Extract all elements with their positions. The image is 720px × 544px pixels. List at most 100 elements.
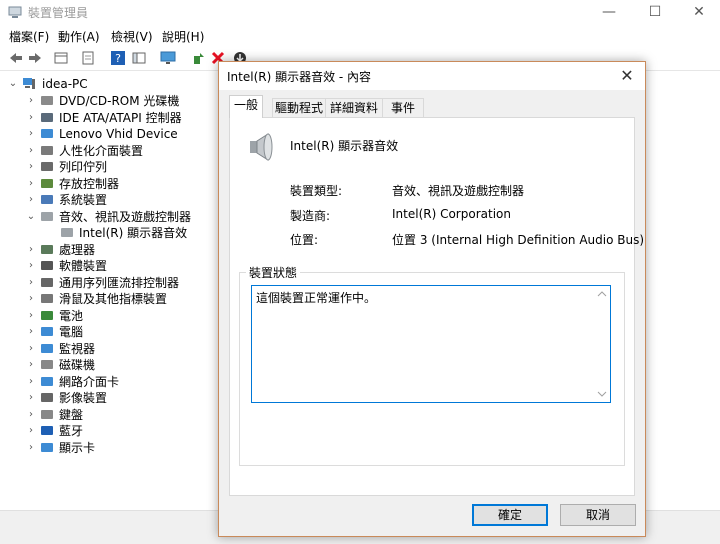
chevron-right-icon[interactable]: ›	[26, 126, 36, 142]
chevron-right-icon[interactable]: ›	[26, 423, 36, 439]
chevron-right-icon[interactable]: ›	[26, 258, 36, 274]
chevron-right-icon[interactable]: ›	[26, 159, 36, 175]
minimize-button[interactable]: —	[586, 0, 632, 24]
ide-controller-icon	[41, 112, 53, 122]
tree-category[interactable]: 系統裝置	[59, 192, 107, 208]
tree-category[interactable]: 存放控制器	[59, 176, 119, 192]
storage-controller-icon	[41, 178, 53, 188]
ok-button[interactable]: 確定	[472, 504, 548, 526]
chevron-right-icon[interactable]: ›	[26, 407, 36, 423]
tab-general[interactable]: 一般	[229, 95, 263, 118]
scroll-down-icon[interactable]	[597, 390, 607, 398]
tree-category[interactable]: 磁碟機	[59, 357, 95, 373]
monitor-scan-icon[interactable]	[160, 50, 176, 66]
mouse-icon	[41, 294, 53, 303]
tree-category[interactable]: DVD/CD-ROM 光碟機	[59, 93, 179, 109]
svg-text:?: ?	[115, 52, 121, 65]
cancel-button[interactable]: 取消	[560, 504, 636, 526]
device-status-text: 這個裝置正常運作中。	[256, 291, 377, 305]
menu-file[interactable]: 檔案(F)	[9, 28, 49, 45]
chevron-right-icon[interactable]: ›	[26, 324, 36, 340]
device-type-label: 裝置類型:	[290, 184, 343, 198]
menu-action[interactable]: 動作(A)	[58, 28, 100, 45]
document-icon[interactable]	[80, 50, 96, 66]
chevron-right-icon[interactable]: ›	[26, 390, 36, 406]
tree-category[interactable]: IDE ATA/ATAPI 控制器	[59, 110, 182, 126]
chevron-down-icon[interactable]: ⌄	[26, 209, 36, 225]
chevron-right-icon[interactable]: ›	[26, 143, 36, 159]
view-pane-icon[interactable]	[131, 50, 147, 66]
device-manager-icon	[8, 6, 22, 18]
tree-category[interactable]: 顯示卡	[59, 440, 95, 456]
tree-category[interactable]: 滑鼠及其他指標裝置	[59, 291, 167, 307]
disk-drive-icon	[41, 360, 53, 369]
chevron-right-icon[interactable]: ›	[26, 308, 36, 324]
tree-category[interactable]: 音效、視訊及遊戲控制器	[59, 209, 191, 225]
tab-details[interactable]: 詳細資料	[325, 98, 383, 117]
tree-category[interactable]: Lenovo Vhid Device	[59, 126, 178, 142]
forward-arrow-icon[interactable]	[27, 50, 43, 66]
speaker-icon	[41, 211, 53, 221]
chevron-right-icon[interactable]: ›	[26, 192, 36, 208]
tree-category[interactable]: 電池	[59, 308, 83, 324]
tab-driver[interactable]: 驅動程式	[272, 98, 326, 117]
window-title: 裝置管理員	[28, 6, 89, 20]
chevron-right-icon[interactable]: ›	[26, 275, 36, 291]
tree-category[interactable]: 影像裝置	[59, 390, 107, 406]
chevron-right-icon[interactable]: ›	[26, 291, 36, 307]
tree-category[interactable]: 藍牙	[59, 423, 83, 439]
tree-category[interactable]: 列印佇列	[59, 159, 107, 175]
computer-icon	[23, 78, 35, 89]
chevron-right-icon[interactable]: ›	[26, 110, 36, 126]
device-type-value: 音效、視訊及遊戲控制器	[392, 184, 525, 198]
chevron-down-icon[interactable]: ⌄	[8, 76, 18, 92]
title-bar: 裝置管理員 — ☐ ✕	[0, 0, 720, 24]
usb-icon	[41, 277, 53, 287]
tree-category[interactable]: 鍵盤	[59, 407, 83, 423]
tab-events[interactable]: 事件	[382, 98, 424, 117]
update-driver-icon[interactable]	[190, 50, 206, 66]
system-device-icon	[41, 195, 53, 204]
properties-dialog: Intel(R) 顯示器音效 - 內容 ✕ 一般 驅動程式 詳細資料 事件 In…	[218, 61, 646, 537]
computer-icon	[41, 327, 53, 336]
location-value: 位置 3 (Internal High Definition Audio Bus…	[392, 233, 645, 247]
back-arrow-icon[interactable]	[8, 50, 24, 66]
keyboard-icon	[41, 409, 53, 419]
chevron-right-icon[interactable]: ›	[26, 242, 36, 258]
status-scrollbar[interactable]	[594, 286, 610, 402]
chevron-right-icon[interactable]: ›	[26, 357, 36, 373]
tree-category[interactable]: 通用序列匯流排控制器	[59, 275, 179, 291]
manufacturer-label: 製造商:	[290, 209, 331, 223]
hid-icon	[41, 145, 53, 155]
tree-category[interactable]: 人性化介面裝置	[59, 143, 143, 159]
menu-view[interactable]: 檢視(V)	[111, 28, 153, 45]
device-status-textbox[interactable]: 這個裝置正常運作中。	[251, 285, 611, 403]
dialog-close-button[interactable]: ✕	[615, 64, 639, 88]
maximize-button[interactable]: ☐	[632, 0, 678, 24]
tree-category[interactable]: 處理器	[59, 242, 95, 258]
close-window-button[interactable]: ✕	[676, 0, 720, 24]
tree-child-item[interactable]: Intel(R) 顯示器音效	[79, 225, 187, 241]
chevron-right-icon[interactable]: ›	[26, 374, 36, 390]
chevron-right-icon[interactable]: ›	[26, 440, 36, 456]
printer-icon	[41, 162, 53, 171]
menu-bar	[0, 24, 720, 46]
properties-icon[interactable]	[53, 50, 69, 66]
chevron-right-icon[interactable]: ›	[26, 93, 36, 109]
tree-root-label[interactable]: idea-PC	[42, 76, 88, 92]
tree-category[interactable]: 監視器	[59, 341, 95, 357]
tree-category[interactable]: 軟體裝置	[59, 258, 107, 274]
bluetooth-icon	[41, 426, 53, 435]
camera-icon	[41, 393, 53, 402]
monitor-device-icon	[41, 129, 53, 138]
device-name: Intel(R) 顯示器音效	[290, 139, 399, 153]
scroll-up-icon[interactable]	[597, 290, 607, 298]
help-icon[interactable]: ?	[110, 50, 126, 66]
menu-help[interactable]: 說明(H)	[162, 28, 204, 45]
tree-category[interactable]: 網路介面卡	[59, 374, 119, 390]
chevron-right-icon[interactable]: ›	[26, 341, 36, 357]
speaker-large-icon	[250, 133, 273, 161]
display-adapter-icon	[41, 442, 53, 452]
tree-category[interactable]: 電腦	[59, 324, 83, 340]
chevron-right-icon[interactable]: ›	[26, 176, 36, 192]
